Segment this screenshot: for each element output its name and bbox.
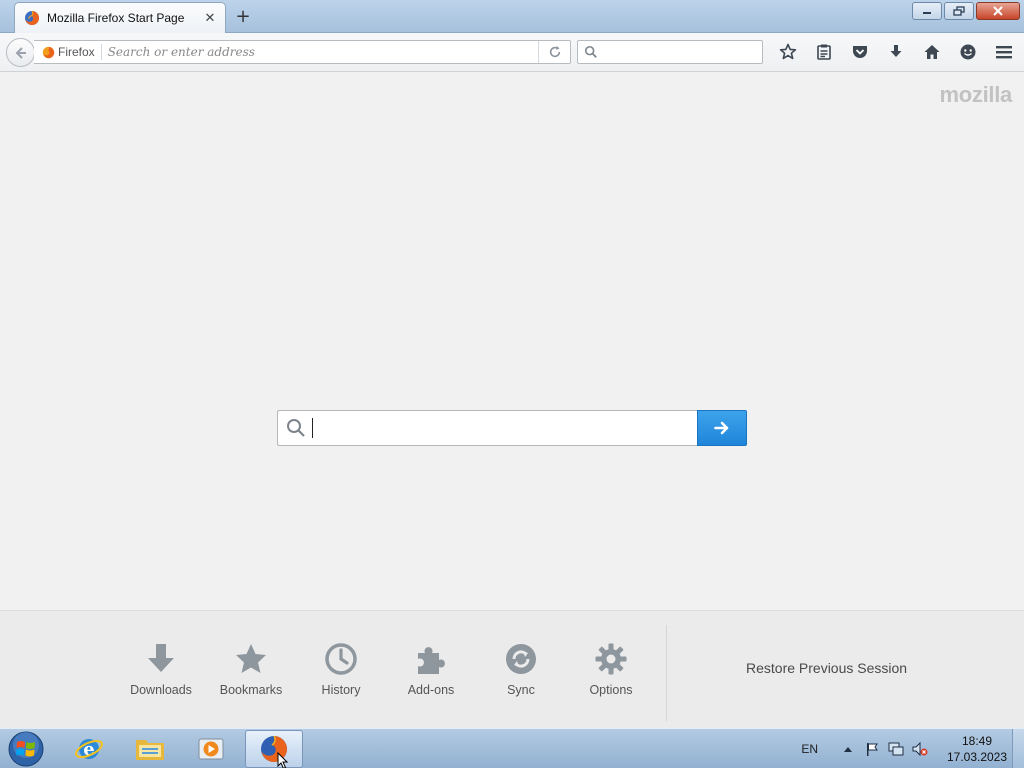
close-tab-icon[interactable]: ✕ (201, 9, 219, 27)
home-icon[interactable] (914, 40, 950, 64)
close-window-button[interactable] (976, 2, 1020, 20)
start-button[interactable] (6, 730, 46, 768)
windows-taskbar: e EN 18:49 17.03.2023 (0, 728, 1024, 768)
search-icon (584, 45, 597, 58)
file-explorer-icon (136, 740, 164, 760)
navigation-toolbar: Firefox (0, 33, 1024, 72)
downloads-icon (143, 641, 179, 677)
launcher-label: Sync (507, 683, 535, 697)
volume-muted-icon[interactable] (908, 739, 932, 759)
system-tray: EN 18:49 17.03.2023 (801, 729, 1008, 768)
language-indicator[interactable]: EN (801, 742, 818, 756)
toolbar-buttons (770, 40, 986, 64)
launcher-label: Downloads (130, 683, 192, 697)
downloads-icon[interactable] (878, 40, 914, 64)
network-icon[interactable] (884, 739, 908, 759)
restore-previous-session-button[interactable]: Restore Previous Session (746, 660, 907, 676)
start-search-input[interactable] (313, 413, 697, 443)
mouse-cursor-icon (277, 752, 289, 768)
minimize-button[interactable] (912, 2, 942, 20)
firefox-favicon-icon (24, 10, 40, 26)
launcher-bar: Downloads Bookmarks History Add-ons Sync (0, 610, 1024, 728)
restore-icon (953, 6, 965, 16)
start-page-search (277, 410, 747, 446)
search-bar[interactable] (577, 40, 763, 64)
history-icon (323, 641, 359, 677)
title-bar: Mozilla Firefox Start Page ✕ + (0, 0, 1024, 33)
close-icon (993, 6, 1003, 16)
launcher-label: History (321, 683, 361, 697)
url-bar[interactable]: Firefox (34, 40, 571, 64)
clock-time: 18:49 (961, 734, 993, 748)
addons-icon (413, 641, 449, 677)
identity-label: Firefox (58, 45, 95, 59)
taskbar-file-explorer[interactable] (121, 730, 179, 768)
bookmarks-icon (233, 641, 269, 677)
arrow-right-icon (714, 421, 729, 435)
launcher-addons[interactable]: Add-ons (386, 641, 476, 703)
tab-start-page[interactable]: Mozilla Firefox Start Page ✕ (14, 2, 226, 33)
bookmark-star-icon[interactable] (770, 40, 806, 64)
chevron-up-icon (844, 747, 852, 752)
options-icon (593, 641, 629, 677)
maximize-button[interactable] (944, 2, 974, 20)
new-tab-button[interactable]: + (232, 5, 254, 27)
reading-list-icon[interactable] (806, 40, 842, 64)
action-center-icon[interactable] (860, 739, 884, 759)
taskbar-internet-explorer[interactable]: e (60, 730, 118, 768)
sync-icon (503, 641, 539, 677)
clock-date: 17.03.2023 (946, 750, 1008, 764)
clock[interactable]: 18:49 17.03.2023 (946, 733, 1008, 765)
launcher-label: Options (589, 683, 633, 697)
media-player-icon (198, 738, 224, 760)
launcher-bookmarks[interactable]: Bookmarks (206, 641, 296, 703)
tab-title: Mozilla Firefox Start Page (47, 11, 185, 25)
launcher-downloads[interactable]: Downloads (116, 641, 206, 703)
taskbar-firefox[interactable] (245, 730, 303, 768)
pocket-icon[interactable] (842, 40, 878, 64)
launcher-sync[interactable]: Sync (476, 641, 566, 703)
launcher-divider (666, 625, 667, 721)
taskbar-media-player[interactable] (182, 730, 240, 768)
start-search-field[interactable] (277, 410, 697, 446)
start-page: mozilla (0, 72, 1024, 610)
windows-start-icon (8, 731, 44, 767)
back-arrow-icon (15, 46, 26, 59)
hello-icon[interactable] (950, 40, 986, 64)
show-hidden-icons-button[interactable] (836, 739, 860, 759)
open-menu-button[interactable] (990, 40, 1018, 64)
address-input[interactable] (101, 45, 538, 59)
back-button[interactable] (6, 38, 35, 67)
search-submit-button[interactable] (697, 410, 747, 446)
launcher-label: Add-ons (407, 683, 455, 697)
search-icon (287, 419, 305, 437)
internet-explorer-icon: e (75, 739, 103, 760)
reload-icon (549, 45, 560, 58)
mozilla-logo: mozilla (939, 82, 1013, 107)
identity-box[interactable]: Firefox (34, 44, 102, 60)
hamburger-menu-icon (996, 46, 1012, 59)
reload-button[interactable] (538, 41, 570, 63)
launcher-options[interactable]: Options (566, 641, 656, 703)
show-desktop-button[interactable] (1012, 729, 1024, 768)
launcher-label: Bookmarks (219, 683, 283, 697)
window-controls (912, 2, 1020, 20)
minimize-icon (923, 12, 931, 14)
firefox-identity-icon (42, 46, 55, 58)
launcher-history[interactable]: History (296, 641, 386, 703)
